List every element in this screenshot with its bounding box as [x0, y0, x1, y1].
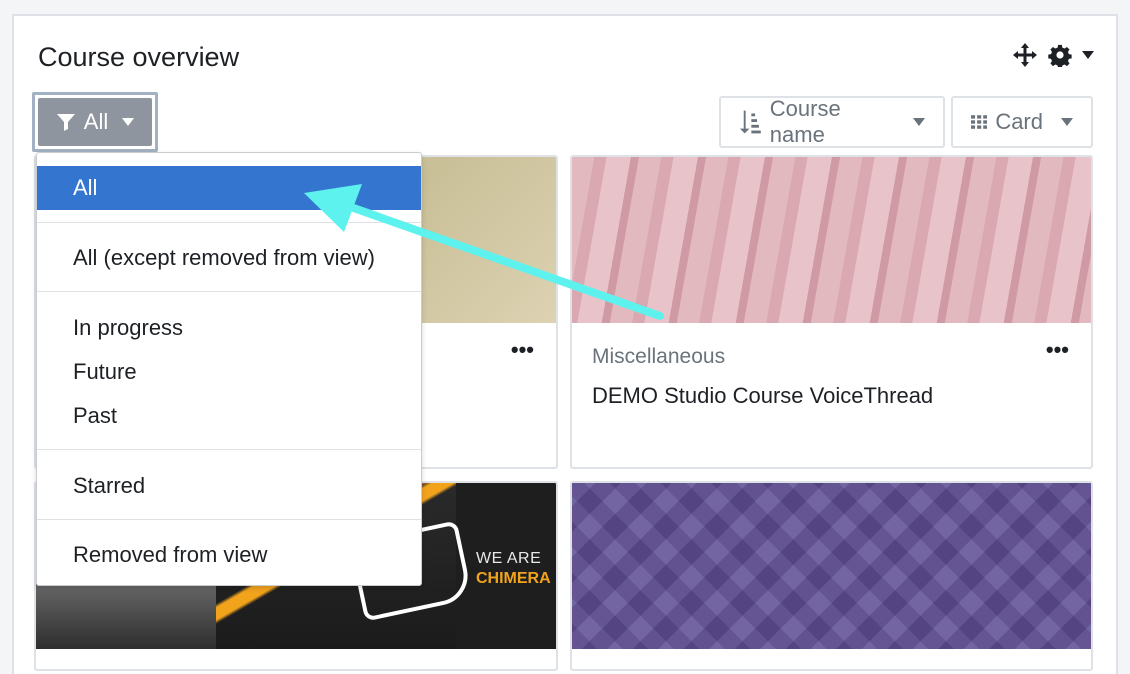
chevron-down-icon: [122, 118, 135, 126]
more-options-icon[interactable]: •••: [511, 339, 534, 361]
course-card[interactable]: ••• Miscellaneous DEMO Studio Course Voi…: [570, 155, 1093, 469]
course-image[interactable]: [572, 483, 1091, 649]
block-title: Course overview: [38, 42, 240, 72]
chevron-down-icon: [913, 118, 925, 126]
filter-option-starred[interactable]: Starred: [37, 464, 421, 508]
filter-option-all[interactable]: All: [37, 166, 421, 210]
more-options-icon[interactable]: •••: [1046, 339, 1069, 361]
filter-option-all-except-removed[interactable]: All (except removed from view): [37, 236, 421, 280]
divider: [37, 222, 421, 223]
filter-label: All: [83, 109, 109, 134]
divider: [37, 291, 421, 292]
sort-button[interactable]: Course name: [719, 96, 945, 148]
move-icon[interactable]: [1012, 42, 1038, 68]
view-button[interactable]: Card: [951, 96, 1093, 148]
view-label: Card: [995, 109, 1043, 134]
grid-icon: [971, 115, 988, 129]
divider: [37, 449, 421, 450]
chevron-down-icon[interactable]: [1082, 51, 1094, 59]
course-image[interactable]: [572, 157, 1091, 323]
filter-option-future[interactable]: Future: [37, 350, 421, 394]
sort-icon: [739, 110, 761, 134]
chevron-down-icon: [1061, 118, 1073, 126]
gear-icon[interactable]: [1048, 43, 1072, 67]
sort-label: Course name: [769, 96, 841, 147]
course-card[interactable]: [570, 481, 1093, 671]
filter-focus-ring: All: [32, 92, 158, 152]
filter-dropdown-menu: All All (except removed from view) In pr…: [36, 152, 422, 586]
filter-option-in-progress[interactable]: In progress: [37, 306, 421, 350]
course-category: Miscellaneous: [592, 345, 726, 368]
filter-button[interactable]: All: [38, 98, 152, 146]
filter-option-past[interactable]: Past: [37, 394, 421, 438]
chimera-text: WE ARE CHIMERA: [476, 550, 551, 587]
block-controls: [1012, 42, 1094, 68]
divider: [37, 519, 421, 520]
crowd-photo: [36, 579, 216, 649]
course-name-link[interactable]: DEMO Studio Course VoiceThread: [592, 383, 933, 409]
filter-icon: [56, 114, 75, 131]
filter-option-removed-from-view[interactable]: Removed from view: [37, 533, 421, 577]
